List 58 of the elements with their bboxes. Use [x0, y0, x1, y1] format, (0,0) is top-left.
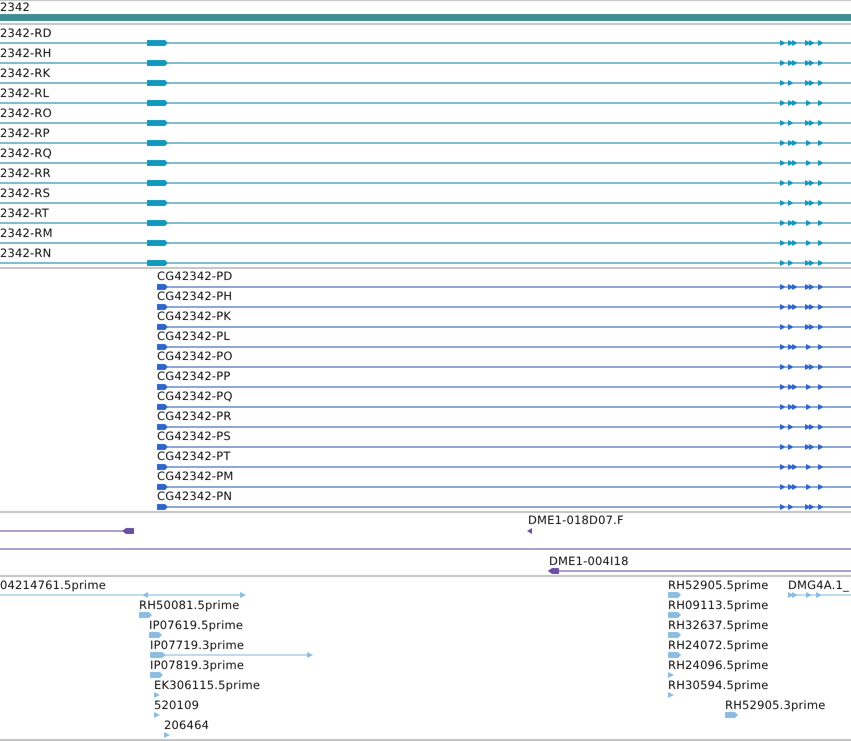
clone-label: DME1-018D07.F	[528, 514, 624, 527]
clone-arrow-icon	[527, 527, 533, 535]
est-arrow-icon	[154, 711, 161, 719]
est-block-icon	[725, 711, 739, 719]
protein-label: CG42342-PS	[157, 430, 231, 443]
est-block-icon	[668, 651, 682, 659]
est-label: RH50081.5prime	[139, 599, 240, 612]
est-label: RH52905.5prime	[668, 579, 768, 592]
est-block-icon	[149, 631, 163, 639]
protein-label: CG42342-PM	[157, 470, 234, 483]
transcript-label: 2342-RS	[0, 187, 50, 200]
est-arrow-icon	[164, 731, 171, 739]
est-arrow-icon	[668, 671, 675, 679]
protein-label: CG42342-PL	[157, 330, 230, 343]
est-label: RH24096.5prime	[668, 659, 768, 672]
protein-label: CG42342-PD	[157, 270, 232, 283]
protein-label: CG42342-PO	[157, 350, 233, 363]
transcript-label: 2342-RO	[0, 107, 52, 120]
est-block-icon	[668, 611, 682, 619]
protein-label: CG42342-PH	[157, 290, 232, 303]
est-label: EK306115.5prime	[154, 679, 260, 692]
transcript-label: 2342-RP	[0, 127, 50, 140]
transcript-label: 2342-RK	[0, 67, 50, 80]
est-block-icon	[668, 591, 682, 599]
est-label: 04214761.5prime	[0, 579, 106, 592]
transcript-label: 2342-RD	[0, 27, 52, 40]
protein-label: CG42342-PT	[157, 450, 231, 463]
est-label: RH24072.5prime	[668, 639, 768, 652]
transcript-label: 2342-RR	[0, 167, 51, 180]
protein-label: CG42342-PP	[157, 370, 231, 383]
protein-label: CG42342-PQ	[157, 390, 233, 403]
est-label: DMG4A.1_	[788, 579, 849, 592]
est-label: RH32637.5prime	[668, 619, 768, 632]
est-block-icon	[139, 611, 153, 619]
est-label: IP07619.5prime	[149, 619, 244, 632]
transcript-label: 2342-RQ	[0, 147, 52, 160]
gene-label: 2342	[0, 1, 30, 14]
est-label: 206464	[164, 719, 210, 732]
est-alignment-drawing	[788, 591, 851, 599]
transcript-label: 2342-RM	[0, 227, 53, 240]
clone-label: DME1-004I18	[549, 555, 629, 568]
est-label: RH09113.5prime	[668, 599, 768, 612]
transcript-label: 2342-RN	[0, 247, 52, 260]
est-block-icon	[668, 631, 682, 639]
est-label: RH30594.5prime	[668, 679, 768, 692]
transcript-label: 2342-RH	[0, 47, 52, 60]
protein-label: CG42342-PN	[157, 490, 232, 503]
transcript-label: 2342-RL	[0, 87, 50, 100]
transcript-label: 2342-RT	[0, 207, 49, 220]
est-label: IP07719.3prime	[150, 639, 244, 652]
protein-label: CG42342-PK	[157, 310, 232, 323]
est-arrow-icon	[668, 691, 675, 699]
protein-label: CG42342-PR	[157, 410, 232, 423]
est-arrow-icon	[154, 691, 161, 699]
est-block-icon	[150, 671, 164, 679]
est-label: IP07819.3prime	[150, 659, 244, 672]
est-label: 520109	[154, 699, 200, 712]
est-label: RH52905.3prime	[725, 699, 826, 712]
